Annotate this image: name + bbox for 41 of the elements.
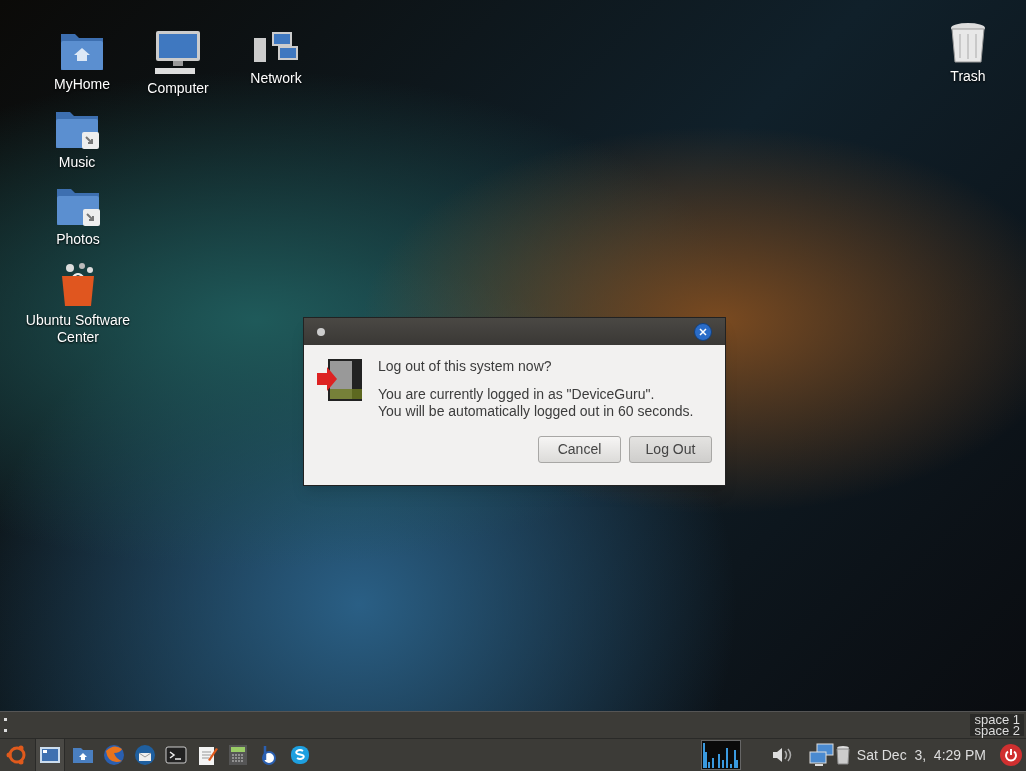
desktop-icon-label[interactable]: Music bbox=[58, 154, 96, 171]
desktop-icon-label[interactable]: MyHome bbox=[54, 76, 110, 93]
speaker-icon bbox=[770, 746, 793, 764]
power-button[interactable] bbox=[1000, 744, 1022, 766]
system-monitor-graph[interactable] bbox=[700, 740, 741, 770]
log-out-button[interactable]: Log Out bbox=[629, 436, 712, 463]
desktop-icon-label[interactable]: Photos bbox=[56, 231, 100, 248]
show-desktop-button[interactable] bbox=[35, 739, 65, 771]
fox-globe-icon bbox=[103, 744, 125, 766]
workspace-label[interactable]: space 2 bbox=[972, 725, 1022, 736]
desktop-icon-label[interactable]: Trash bbox=[950, 68, 986, 85]
dialog-message: You are currently logged in as "DeviceGuru". bbox=[378, 386, 656, 403]
dialog-message: You will be automatically logged out in 60 seconds. bbox=[378, 403, 695, 420]
logout-door-icon bbox=[316, 357, 364, 403]
trash-icon bbox=[835, 745, 850, 765]
desktop-icon-label[interactable]: Network bbox=[250, 70, 302, 87]
notepad-pencil-icon bbox=[196, 744, 218, 766]
skype-icon bbox=[290, 745, 310, 765]
letter-b-circle-icon bbox=[259, 744, 279, 766]
window-menu-icon[interactable] bbox=[317, 327, 325, 336]
desktop-icon-label[interactable]: Computer bbox=[147, 80, 209, 97]
cancel-button[interactable]: Cancel bbox=[538, 436, 621, 463]
close-button[interactable] bbox=[694, 322, 712, 341]
network-computers-icon bbox=[808, 743, 835, 767]
panel-handle-icon[interactable] bbox=[4, 718, 7, 732]
dialog-heading: Log out of this system now? bbox=[378, 358, 553, 375]
ubuntu-logo-icon bbox=[6, 744, 28, 766]
power-icon bbox=[1004, 748, 1018, 762]
terminal-icon bbox=[165, 746, 187, 764]
workspace-label[interactable]: space 1 bbox=[972, 714, 1022, 725]
trash-icon bbox=[948, 22, 988, 64]
desktop-window-icon bbox=[39, 746, 61, 764]
workspace-switcher[interactable]: space 1 space 2 bbox=[970, 714, 1024, 736]
folder-icon bbox=[72, 746, 94, 764]
network-button[interactable] bbox=[808, 742, 835, 768]
calculator-icon bbox=[228, 744, 248, 766]
close-icon bbox=[699, 327, 707, 336]
desktop-icon-label[interactable]: Ubuntu Software Center bbox=[18, 312, 138, 346]
computer-icon bbox=[153, 30, 203, 76]
web-browser-button[interactable] bbox=[101, 742, 127, 768]
clock[interactable]: Sat Dec 3, 4:29 PM bbox=[856, 744, 986, 766]
